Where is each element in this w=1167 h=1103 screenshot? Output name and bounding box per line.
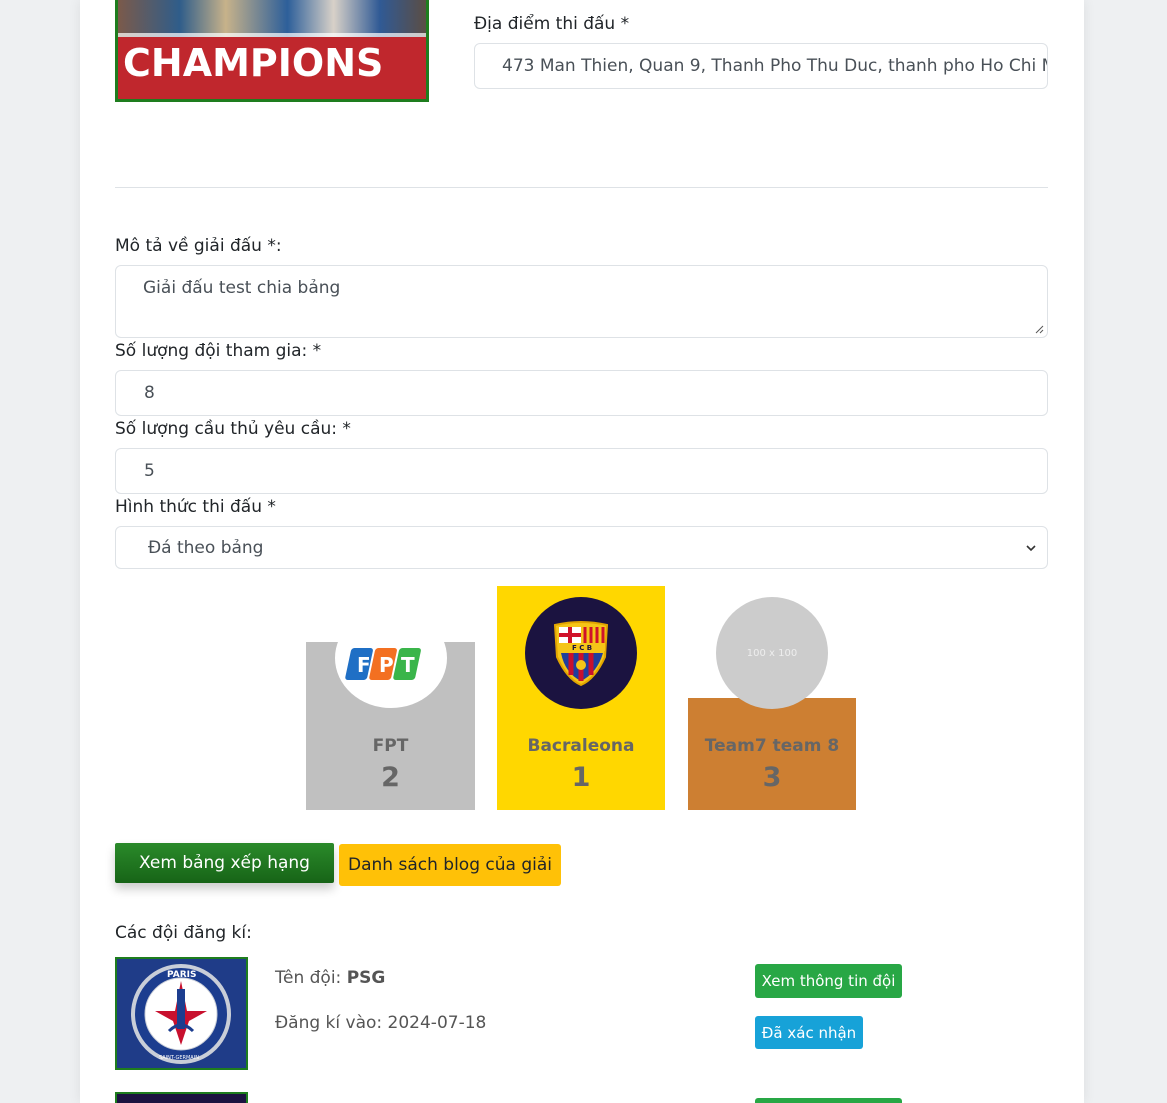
psg-logo-subtext: SAINT-GERMAIN — [159, 1055, 199, 1061]
fpt-logo-icon: F P T — [345, 648, 421, 680]
podium-team-name: Team7 team 8 — [704, 736, 840, 756]
cover-crowd-photo — [118, 0, 426, 37]
player-count-input[interactable]: 5 — [115, 448, 1048, 494]
registered-teams-title: Các đội đăng kí: — [115, 923, 252, 943]
confirmed-status-button[interactable]: Đã xác nhận — [755, 1016, 863, 1049]
podium-rank: 1 — [571, 762, 591, 793]
team-name-value: PSG — [346, 968, 386, 988]
view-ranking-button[interactable]: Xem bảng xếp hạng — [115, 843, 334, 883]
next-view-team-button[interactable] — [755, 1098, 902, 1103]
team-registered-date: Đăng kí vào: 2024-07-18 — [275, 1013, 487, 1033]
podium-team-name: FPT — [372, 736, 409, 756]
description-label: Mô tả về giải đấu *: — [115, 236, 282, 256]
svg-text:T: T — [401, 653, 415, 677]
team-count-label: Số lượng đội tham gia: * — [115, 341, 322, 361]
resize-handle-icon[interactable] — [1034, 324, 1044, 334]
fcb-crest-icon: F C B — [553, 621, 609, 687]
psg-logo-text: PARIS — [167, 970, 197, 980]
player-count-label: Số lượng cầu thủ yêu cầu: * — [115, 419, 351, 439]
svg-text:F: F — [357, 653, 371, 677]
location-label: Địa điểm thi đấu * — [474, 14, 630, 34]
placeholder-logo-text: 100 x 100 — [746, 647, 798, 659]
description-value: Giải đấu test chia bảng — [143, 278, 341, 298]
podium-third-place: Team7 team 8 3 — [688, 698, 856, 810]
location-input[interactable]: 473 Man Thien, Quan 9, Thanh Pho Thu Duc… — [474, 43, 1048, 89]
section-divider — [115, 187, 1048, 188]
barcelona-logo: F C B — [525, 597, 637, 709]
podium-team-name: Bacraleona — [527, 736, 635, 756]
psg-crest-icon: PARIS SAINT-GERMAIN — [131, 964, 231, 1064]
psg-logo: PARIS SAINT-GERMAIN — [115, 957, 248, 1070]
placeholder-logo: 100 x 100 — [716, 597, 828, 709]
format-select[interactable]: Đá theo bảng — [115, 526, 1048, 569]
team-name-line: Tên đội: PSG — [275, 968, 385, 988]
view-team-button[interactable]: Xem thông tin đội — [755, 964, 902, 998]
format-selected-value: Đá theo bảng — [148, 537, 264, 558]
podium-rank: 3 — [762, 762, 782, 793]
next-team-logo — [115, 1092, 248, 1103]
svg-text:F C B: F C B — [572, 644, 592, 652]
svg-text:P: P — [379, 653, 394, 677]
cover-title-text: CHAMPIONS — [123, 41, 384, 85]
format-label: Hình thức thi đấu * — [115, 497, 276, 517]
podium-rank: 2 — [381, 762, 400, 793]
blog-list-button[interactable]: Danh sách blog của giải — [339, 844, 561, 886]
team-name-prefix: Tên đội: — [275, 968, 347, 988]
tournament-cover-image: CHAMPIONS — [115, 0, 429, 102]
team-count-input[interactable]: 8 — [115, 370, 1048, 416]
description-textarea[interactable]: Giải đấu test chia bảng — [115, 265, 1048, 338]
chevron-down-icon — [1026, 545, 1036, 552]
fpt-logo: F P T — [335, 608, 447, 708]
cover-band — [118, 33, 426, 37]
